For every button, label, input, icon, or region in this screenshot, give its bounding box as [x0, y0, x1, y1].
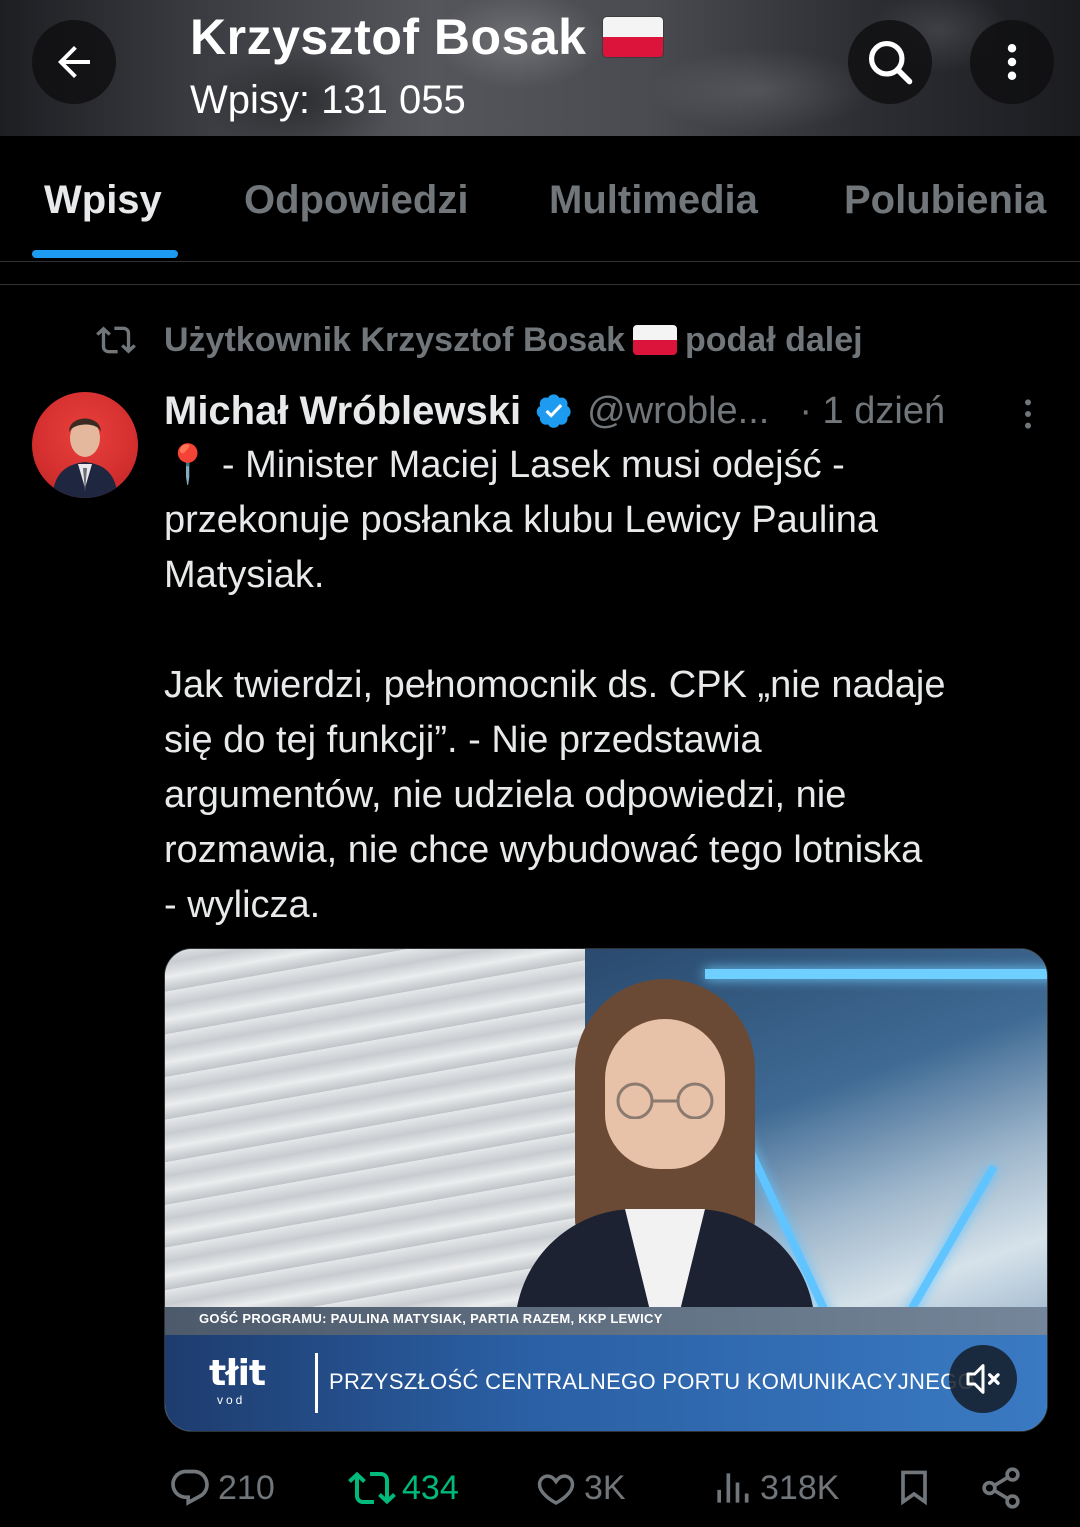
tweet-time[interactable]: · 1 dzień: [799, 390, 945, 433]
guest-caption: GOŚĆ PROGRAMU: PAULINA MATYSIAK, PARTIA …: [199, 1311, 663, 1326]
reply-button[interactable]: 210: [168, 1458, 275, 1518]
channel-logo-sub: vod: [217, 1393, 246, 1407]
profile-title: Krzysztof Bosak: [190, 8, 663, 66]
channel-logo: tłit: [209, 1353, 266, 1394]
tab-posts[interactable]: Wpisy: [44, 178, 162, 223]
tweet-author-row: Michał Wróblewski @wroble... · 1 dzień: [164, 386, 945, 436]
retweeted-by-user: Użytkownik Krzysztof Bosak: [164, 320, 625, 359]
tweet-text: 📍 - Minister Maciej Lasek musi odejść - …: [164, 444, 946, 926]
like-button[interactable]: 3K: [534, 1458, 626, 1518]
tweet-video[interactable]: GOŚĆ PROGRAMU: PAULINA MATYSIAK, PARTIA …: [164, 948, 1048, 1432]
views-button[interactable]: 318K: [710, 1458, 839, 1518]
share-icon: [982, 1467, 1020, 1509]
back-button[interactable]: [32, 20, 116, 104]
retweet-icon: [96, 326, 136, 354]
tab-likes[interactable]: Polubienia: [844, 178, 1046, 223]
share-button[interactable]: [978, 1458, 1030, 1518]
profile-header: Krzysztof Bosak Wpisy: 131 055: [0, 0, 1080, 136]
verified-badge-icon: [536, 394, 571, 428]
poland-flag-icon: [633, 325, 677, 355]
retweet-count: 434: [402, 1468, 459, 1507]
like-count: 3K: [584, 1468, 626, 1507]
search-icon: [868, 40, 913, 85]
profile-name: Krzysztof Bosak: [190, 9, 587, 65]
divider: [0, 284, 1080, 285]
author-handle[interactable]: @wroble...: [587, 390, 769, 433]
more-vertical-icon: [1007, 44, 1017, 80]
light-beam: [705, 969, 1047, 979]
retweeted-label: podał dalej: [685, 320, 863, 359]
active-tab-indicator: [32, 250, 178, 258]
bookmark-icon: [901, 1470, 927, 1506]
bookmark-button[interactable]: [892, 1458, 942, 1518]
video-guest-figure: [495, 979, 825, 1349]
profile-tabs: Wpisy Odpowiedzi Multimedia Polubienia: [0, 136, 1080, 262]
tab-media[interactable]: Multimedia: [549, 178, 758, 223]
posts-count: Wpisy: 131 055: [190, 78, 466, 122]
more-options-button[interactable]: [970, 20, 1054, 104]
avatar-portrait: [52, 418, 118, 498]
tweet-more-icon[interactable]: [1008, 392, 1048, 436]
poland-flag-icon: [602, 17, 663, 57]
views-count: 318K: [760, 1468, 840, 1507]
reply-count: 210: [218, 1468, 275, 1507]
retweet-icon: [348, 1471, 396, 1505]
tweet-actions: 210 434 3K 318K: [0, 1458, 1080, 1518]
author-name[interactable]: Michał Wróblewski: [164, 389, 521, 434]
mute-icon: [966, 1364, 1000, 1394]
retweet-button[interactable]: 434: [348, 1458, 459, 1518]
mute-button[interactable]: [949, 1345, 1017, 1413]
tab-replies[interactable]: Odpowiedzi: [244, 178, 468, 223]
lower-third-separator: [315, 1353, 318, 1413]
retweeted-by-line[interactable]: Użytkownik Krzysztof Bosak podał dalej: [96, 316, 863, 364]
search-button[interactable]: [848, 20, 932, 104]
back-arrow-icon: [58, 46, 90, 78]
avatar[interactable]: [32, 392, 138, 498]
video-headline: PRZYSZŁOŚĆ CENTRALNEGO PORTU KOMUNIKACYJ…: [329, 1369, 976, 1394]
reply-icon: [171, 1469, 209, 1506]
views-icon: [717, 1473, 749, 1503]
like-icon: [537, 1474, 575, 1506]
